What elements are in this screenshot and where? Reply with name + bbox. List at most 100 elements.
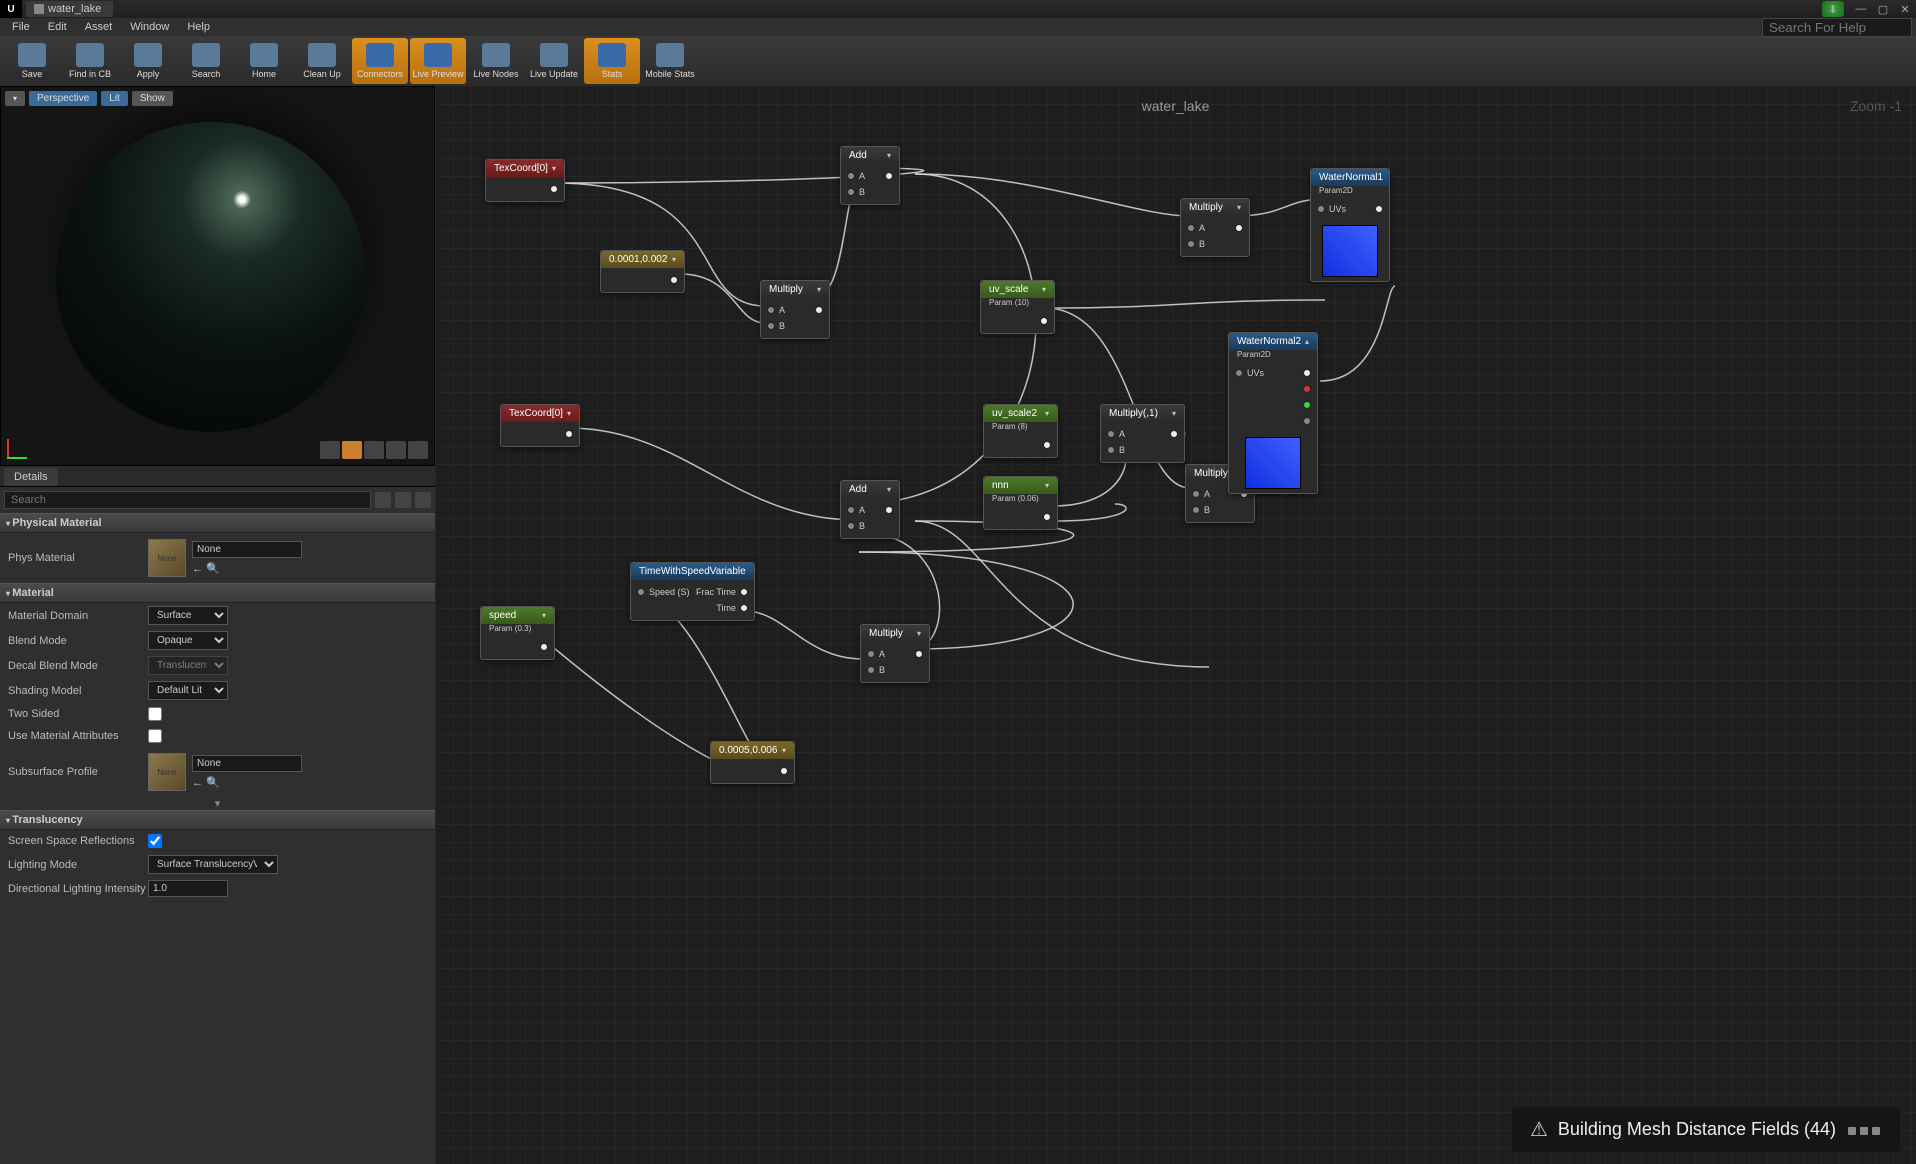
dir-light-input[interactable]: 1.0: [148, 880, 228, 897]
menu-file[interactable]: File: [4, 19, 38, 35]
node-speed[interactable]: speed▾ Param (0.3): [480, 606, 555, 660]
toolbar-mobile-stats-button[interactable]: Mobile Stats: [642, 38, 698, 84]
ue-logo-icon: U: [0, 0, 22, 18]
status-toast: ⚠ Building Mesh Distance Fields (44): [1512, 1107, 1900, 1152]
toolbar-search-button[interactable]: Search: [178, 38, 234, 84]
menu-window[interactable]: Window: [122, 19, 177, 35]
prop-label: Material Domain: [8, 610, 148, 622]
category-translucency[interactable]: Translucency: [0, 810, 435, 830]
prop-label: Phys Material: [8, 552, 148, 564]
blend-mode-select[interactable]: Opaque: [148, 631, 228, 650]
node-time[interactable]: TimeWithSpeedVariable Speed (S)Frac Time…: [630, 562, 755, 621]
lighting-mode-select[interactable]: Surface TranslucencyVolume: [148, 855, 278, 874]
minimize-button[interactable]: —: [1850, 1, 1872, 17]
node-add-1[interactable]: Add▾ AB: [840, 146, 900, 205]
ssr-checkbox[interactable]: [148, 834, 162, 848]
node-texcoord-2[interactable]: TexCoord[0]▾: [500, 404, 580, 447]
shape-plane-button[interactable]: [364, 441, 384, 459]
close-button[interactable]: ✕: [1894, 1, 1916, 17]
filter-icon[interactable]: [395, 492, 411, 508]
viewport-perspective-button[interactable]: Perspective: [29, 91, 97, 106]
material-graph[interactable]: water_lake Zoom -1: [435, 86, 1916, 1164]
prop-subsurface: Subsurface Profile None None ← 🔍: [0, 747, 435, 797]
arrow-back-icon[interactable]: ←: [192, 563, 203, 575]
node-const-2[interactable]: 0.0005,0.006▾: [710, 741, 795, 784]
toolbar-clean-up-button[interactable]: Clean Up: [294, 38, 350, 84]
left-panel: Perspective Lit Show Details Phy: [0, 86, 435, 1164]
viewport-lit-button[interactable]: Lit: [101, 91, 128, 106]
toolbar-live-update-button[interactable]: Live Update: [526, 38, 582, 84]
toolbar-stats-button[interactable]: Stats: [584, 38, 640, 84]
texture-preview: [1322, 225, 1378, 277]
toolbar-icon: [598, 43, 626, 67]
prop-label: Screen Space Reflections: [8, 835, 148, 847]
node-texcoord-1[interactable]: TexCoord[0]▾: [485, 159, 565, 202]
shape-sphere-button[interactable]: [342, 441, 362, 459]
menu-help[interactable]: Help: [179, 19, 218, 35]
toolbar-apply-button[interactable]: Apply: [120, 38, 176, 84]
details-tab[interactable]: Details: [4, 468, 58, 486]
search-help-input[interactable]: [1762, 18, 1912, 37]
node-waternormal1[interactable]: WaterNormal1 Param2D UVs: [1310, 168, 1390, 282]
decal-blend-select: Translucent: [148, 656, 228, 675]
node-uv-scale[interactable]: uv_scale▾ Param (10): [980, 280, 1055, 334]
toolbar-label: Clean Up: [303, 69, 341, 79]
arrow-back-icon[interactable]: ←: [192, 777, 203, 789]
category-physical-material[interactable]: Physical Material: [0, 513, 435, 533]
viewport-show-button[interactable]: Show: [132, 91, 173, 106]
eye-icon[interactable]: [415, 492, 431, 508]
category-material[interactable]: Material: [0, 583, 435, 603]
search-icon[interactable]: [375, 492, 391, 508]
node-const-1[interactable]: 0.0001,0.002▾: [600, 250, 685, 293]
node-multiply-2[interactable]: Multiply▾ AB: [860, 624, 930, 683]
subsurface-combo[interactable]: None: [192, 755, 302, 772]
toolbar-find-in-cb-button[interactable]: Find in CB: [62, 38, 118, 84]
node-add-2[interactable]: Add▾ AB: [840, 480, 900, 539]
viewport-options-button[interactable]: [5, 91, 25, 106]
prop-label: Shading Model: [8, 685, 148, 697]
toolbar-home-button[interactable]: Home: [236, 38, 292, 84]
two-sided-checkbox[interactable]: [148, 707, 162, 721]
phys-material-combo[interactable]: None: [192, 541, 302, 558]
material-domain-select[interactable]: Surface: [148, 606, 228, 625]
use-material-attr-checkbox[interactable]: [148, 729, 162, 743]
source-control-icon[interactable]: ⬇: [1822, 1, 1844, 17]
expand-chevron-icon[interactable]: ▾: [0, 797, 435, 810]
toolbar-icon: [540, 43, 568, 67]
toolbar-label: Live Update: [530, 69, 578, 79]
browse-icon[interactable]: 🔍: [206, 777, 220, 789]
menu-asset[interactable]: Asset: [77, 19, 121, 35]
axis-gizmo-icon: [7, 431, 35, 459]
toolbar-live-nodes-button[interactable]: Live Nodes: [468, 38, 524, 84]
node-multiply-const[interactable]: Multiply(,1)▾ AB: [1100, 404, 1185, 463]
toolbar-connectors-button[interactable]: Connectors: [352, 38, 408, 84]
toolbar-label: Live Nodes: [473, 69, 518, 79]
toolbar-live-preview-button[interactable]: Live Preview: [410, 38, 466, 84]
details-search-input[interactable]: [4, 491, 371, 509]
shape-cube-button[interactable]: [386, 441, 406, 459]
document-icon: [34, 4, 44, 14]
maximize-button[interactable]: ▢: [1872, 1, 1894, 17]
asset-thumbnail[interactable]: None: [148, 753, 186, 791]
prop-label: Lighting Mode: [8, 859, 148, 871]
node-uv-scale2[interactable]: uv_scale2▾ Param (8): [983, 404, 1058, 458]
shape-cylinder-button[interactable]: [320, 441, 340, 459]
node-nnn[interactable]: nnn▾ Param (0.06): [983, 476, 1058, 530]
node-multiply-1[interactable]: Multiply▾ AB: [760, 280, 830, 339]
prop-label: Directional Lighting Intensity: [8, 883, 148, 895]
menu-edit[interactable]: Edit: [40, 19, 75, 35]
toolbar-save-button[interactable]: Save: [4, 38, 60, 84]
node-multiply-3[interactable]: Multiply▾ AB: [1180, 198, 1250, 257]
toolbar-label: Save: [22, 69, 43, 79]
asset-thumbnail[interactable]: None: [148, 539, 186, 577]
node-waternormal2[interactable]: WaterNormal2▴ Param2D UVs: [1228, 332, 1318, 494]
shading-model-select[interactable]: Default Lit: [148, 681, 228, 700]
toolbar-label: Live Preview: [412, 69, 463, 79]
shape-mesh-button[interactable]: [408, 441, 428, 459]
browse-icon[interactable]: 🔍: [206, 563, 220, 575]
toolbar-label: Home: [252, 69, 276, 79]
preview-viewport[interactable]: Perspective Lit Show: [0, 86, 435, 466]
tab-title: water_lake: [48, 3, 101, 15]
toolbar-label: Connectors: [357, 69, 403, 79]
document-tab[interactable]: water_lake: [26, 1, 113, 17]
